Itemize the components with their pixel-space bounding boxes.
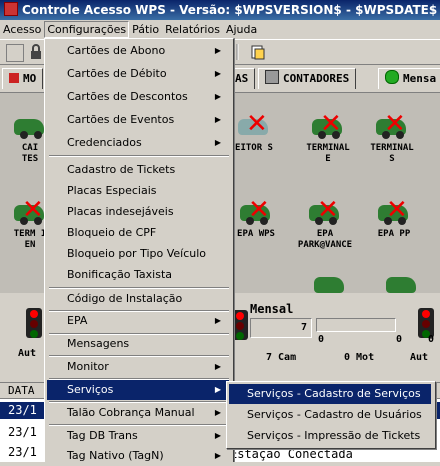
submenu-item-impressao-tickets[interactable]: Serviços - Impressão de Tickets: [229, 426, 431, 446]
traffic-light-icon: [26, 308, 42, 338]
offline-x-icon: ✕: [248, 195, 270, 225]
submenu-arrow-icon: ▶: [214, 138, 221, 147]
tool-pointer-icon[interactable]: [6, 44, 24, 62]
menu-item-cartoes-abono[interactable]: Cartões de Abono ▶: [47, 41, 229, 61]
tab-monitor[interactable]: MO: [2, 68, 44, 89]
menu-item-monitor[interactable]: Monitor ▶: [47, 357, 229, 377]
menu-item-credenciados[interactable]: Credenciados ▶: [47, 133, 229, 153]
menu-bar: Acesso Configurações Pátio Relatórios Ajuda: [0, 20, 440, 39]
menu-item-codigo-instalacao[interactable]: Código de Instalação: [47, 289, 229, 309]
menu-item-tag-nativo[interactable]: Tag Nativo (TagN) ▶: [47, 446, 229, 466]
right-zero-2: 0: [428, 334, 435, 345]
app-icon: [4, 2, 18, 16]
offline-x-icon: ✕: [22, 195, 44, 225]
menu-item-bloqueio-cpf[interactable]: Bloqueio de CPF: [47, 223, 229, 243]
mensal-zero: 0: [318, 334, 325, 345]
device-terminal-s[interactable]: ✕ TERMINAL S: [362, 107, 422, 165]
menu-item-tag-db-trans[interactable]: Tag DB Trans ▶: [47, 426, 229, 446]
menu-item-epa[interactable]: EPA ▶: [47, 311, 229, 331]
offline-x-icon: ✕: [317, 195, 339, 225]
traffic-light-icon: [232, 310, 248, 340]
submenu-arrow-icon: ▶: [214, 451, 221, 460]
device-epa-wps[interactable]: ✕ EPA WPS: [226, 193, 286, 240]
counter-icon: [265, 70, 279, 84]
left-aut-label: Aut: [18, 348, 37, 359]
submenu-arrow-icon: ▶: [214, 316, 221, 325]
document-icon[interactable]: [250, 44, 266, 60]
offline-x-icon: ✕: [246, 109, 268, 139]
device-epa-parkvance[interactable]: ✕ EPA PARK@VANCE: [290, 193, 360, 251]
window-title: Controle Acesso WPS - Versão: $WPSVERSIO…: [22, 3, 440, 17]
menu-item-cartoes-debito[interactable]: Cartões de Débito ▶: [47, 64, 229, 84]
submenu-item-cadastro-usuarios[interactable]: Serviços - Cadastro de Usuários: [229, 405, 431, 425]
submenu-arrow-icon: ▶: [214, 115, 221, 124]
right-zero: 0: [396, 334, 403, 345]
submenu-arrow-icon: ▶: [214, 69, 221, 78]
message-icon: [385, 70, 399, 84]
menu-item-cartoes-descontos[interactable]: Cartões de Descontos ▶: [47, 87, 229, 107]
submenu-arrow-icon: ▶: [214, 46, 221, 55]
menu-item-bonificacao-taxista[interactable]: Bonificação Taxista: [47, 265, 229, 285]
servicos-submenu: Serviços - Cadastro de Serviços Serviços…: [226, 381, 436, 449]
menu-separator: [49, 155, 229, 157]
tab-mensagens[interactable]: Mensa: [378, 68, 440, 89]
menu-item-servicos[interactable]: Serviços ▶: [47, 380, 229, 400]
mensal-label: Mensal: [250, 302, 294, 316]
submenu-item-cadastro-servicos[interactable]: Serviços - Cadastro de Serviços: [229, 384, 431, 404]
menu-ajuda[interactable]: Ajuda: [223, 20, 260, 39]
device-epa-pp[interactable]: ✕ EPA PP: [364, 193, 424, 240]
cam-count: 7 Cam: [266, 352, 297, 363]
alert-icon: [9, 73, 19, 83]
submenu-arrow-icon: ▶: [214, 408, 221, 417]
menu-item-bloqueio-tipo-veiculo[interactable]: Bloqueio por Tipo Veículo: [47, 244, 229, 264]
menu-item-talao-cobranca[interactable]: Talão Cobrança Manual ▶: [47, 403, 229, 423]
device-terminal-e[interactable]: ✕ TERMINAL E: [298, 107, 358, 165]
menu-configuracoes[interactable]: Configurações: [44, 21, 130, 38]
mot-count: 0 Mot: [344, 352, 375, 363]
mensal-counter: 7: [250, 318, 312, 338]
submenu-arrow-icon: ▶: [214, 362, 221, 371]
configuracoes-menu: Cartões de Abono ▶ Cartões de Débito ▶ Car…: [44, 38, 234, 462]
offline-x-icon: ✕: [386, 195, 408, 225]
menu-acesso[interactable]: Acesso: [0, 20, 44, 39]
right-aut-label: Aut: [410, 352, 429, 363]
device-epa-parkvanc-2[interactable]: [300, 265, 360, 293]
menu-relatorios[interactable]: Relatórios: [162, 20, 223, 39]
offline-x-icon: ✕: [320, 109, 342, 139]
offline-x-icon: ✕: [384, 109, 406, 139]
menu-item-placas-especiais[interactable]: Placas Especiais: [47, 181, 229, 201]
menu-item-mensagens[interactable]: Mensagens: [47, 334, 229, 354]
title-bar: Controle Acesso WPS - Versão: $WPSVERSIO…: [0, 0, 440, 20]
mensal-progress: [316, 318, 396, 332]
submenu-arrow-icon: ▶: [214, 385, 221, 394]
submenu-arrow-icon: ▶: [214, 92, 221, 101]
menu-patio[interactable]: Pátio: [129, 20, 162, 39]
lock-icon[interactable]: [28, 44, 44, 60]
submenu-arrow-icon: ▶: [214, 431, 221, 440]
menu-item-placas-indesejaveis[interactable]: Placas indesejáveis: [47, 202, 229, 222]
menu-item-cartoes-eventos[interactable]: Cartões de Eventos ▶: [47, 110, 229, 130]
menu-item-cadastro-tickets[interactable]: Cadastro de Tickets: [47, 160, 229, 180]
tab-contadores[interactable]: CONTADORES: [258, 68, 357, 89]
device-extra[interactable]: [372, 265, 432, 293]
